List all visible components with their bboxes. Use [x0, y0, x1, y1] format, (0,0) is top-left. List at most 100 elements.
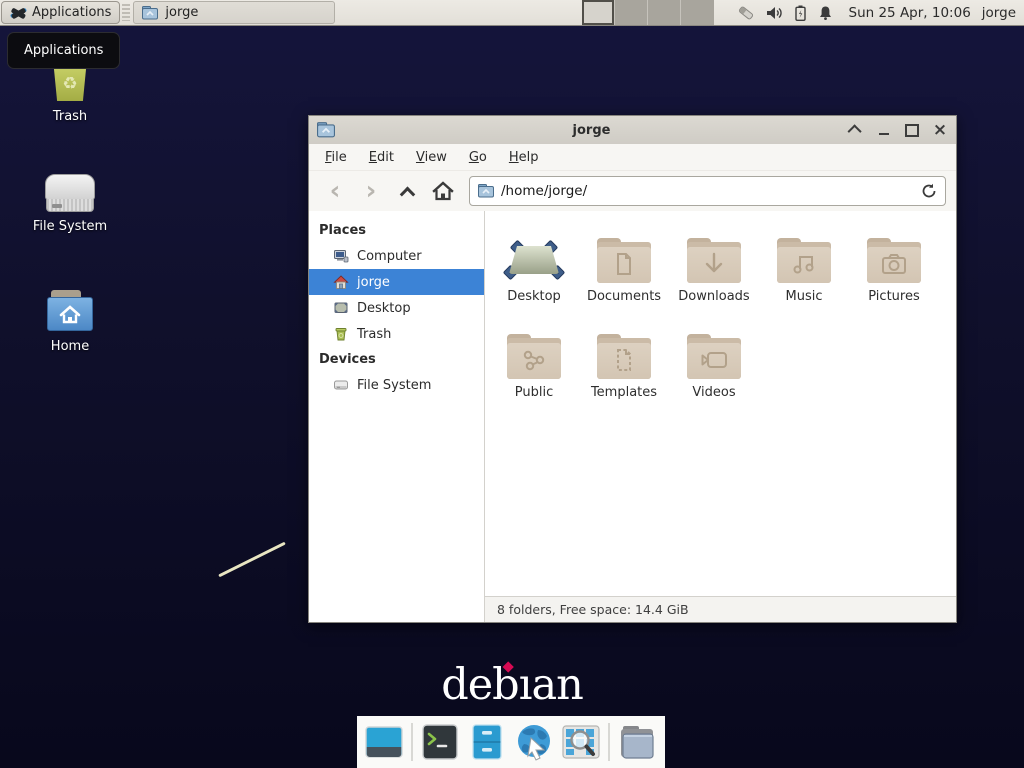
folder-icon [142, 6, 158, 20]
folder-label: Pictures [868, 289, 919, 304]
desktop-icon-file-system[interactable]: File System [22, 168, 118, 234]
path-bar[interactable]: /home/jorge/ [469, 176, 946, 206]
directory-menu-button[interactable] [617, 722, 657, 762]
menu-edit[interactable]: Edit [359, 146, 404, 169]
up-icon [399, 186, 415, 202]
sidebar-item-computer[interactable]: Computer [309, 243, 484, 269]
back-button[interactable]: ‹ [319, 176, 351, 206]
home-folder-icon [45, 290, 95, 332]
drive-mini-icon [333, 377, 349, 393]
desktop-special-icon [506, 239, 562, 283]
folder-label: Downloads [678, 289, 749, 304]
applications-menu-button[interactable]: Applications [1, 1, 120, 24]
forward-button[interactable]: › [355, 176, 387, 206]
trash-mini-icon [333, 326, 349, 342]
eraser-icon[interactable] [737, 5, 755, 21]
menu-file[interactable]: File [315, 146, 357, 169]
workspace-cell-4[interactable] [681, 0, 714, 25]
system-tray [728, 0, 842, 25]
workspace-cell-2[interactable] [615, 0, 648, 25]
show-desktop-button[interactable] [364, 722, 404, 762]
show-desktop-icon [365, 723, 403, 761]
up-button[interactable] [391, 176, 423, 206]
devices-header: Devices [309, 347, 484, 372]
music-folder-icon [777, 238, 831, 283]
menu-view[interactable]: View [406, 146, 457, 169]
back-icon: ‹ [330, 180, 341, 202]
workspace-cell-3[interactable] [648, 0, 681, 25]
path-folder-icon [478, 184, 494, 198]
folder-item-pictures[interactable]: Pictures [851, 227, 937, 323]
shade-button[interactable] [848, 122, 864, 138]
sidebar-item-file-system[interactable]: File System [309, 372, 484, 398]
maximize-button[interactable] [904, 122, 920, 138]
workspace-cell-1[interactable] [582, 0, 615, 25]
window-title: jorge [335, 123, 848, 138]
panel-username[interactable]: jorge [978, 0, 1024, 25]
home-button[interactable] [427, 176, 459, 206]
folder-label: Templates [591, 385, 657, 400]
folder-label: Videos [692, 385, 735, 400]
close-button[interactable]: × [932, 122, 948, 138]
desktop-icon-home[interactable]: Home [22, 290, 118, 354]
app-finder-button[interactable] [561, 722, 601, 762]
taskbar-window-button[interactable]: jorge [133, 1, 335, 24]
folder-item-videos[interactable]: Videos [671, 323, 757, 419]
battery-charging-icon[interactable] [794, 5, 807, 21]
documents-folder-icon [597, 238, 651, 283]
dock-separator [608, 723, 610, 761]
panel-handle[interactable] [122, 4, 130, 21]
folder-label: Music [786, 289, 823, 304]
file-manager-button[interactable] [467, 722, 507, 762]
web-browser-button[interactable] [514, 722, 554, 762]
volume-icon[interactable] [766, 5, 783, 21]
folder-item-downloads[interactable]: Downloads [671, 227, 757, 323]
web-browser-globe-icon [514, 722, 554, 762]
window-folder-icon [317, 122, 335, 138]
top-panel: Applications jorge [0, 0, 1024, 26]
file-manager-window: jorge × File Edit View Go Help ‹ › [308, 115, 957, 623]
folder-label: Documents [587, 289, 661, 304]
sidebar-item-label: jorge [357, 275, 390, 290]
sidebar-item-desktop[interactable]: Desktop [309, 295, 484, 321]
menu-help[interactable]: Help [499, 146, 549, 169]
toolbar: ‹ › /home/jorge/ [309, 170, 956, 211]
places-header: Places [309, 218, 484, 243]
sidebar-item-jorge[interactable]: jorge [309, 269, 484, 295]
applications-icon [10, 5, 27, 20]
folder-item-desktop[interactable]: Desktop [491, 227, 577, 323]
folder-item-public[interactable]: Public [491, 323, 577, 419]
notification-bell-icon[interactable] [818, 5, 833, 21]
desktop-icon-label: File System [33, 219, 107, 234]
bottom-dock [357, 716, 665, 768]
file-cabinet-icon [470, 723, 504, 761]
taskbar-window-label: jorge [165, 5, 198, 20]
folder-label: Public [515, 385, 553, 400]
panel-clock[interactable]: Sun 25 Apr, 10:06 [842, 0, 978, 25]
sidebar-item-label: Computer [357, 249, 422, 264]
public-folder-icon [507, 334, 561, 379]
wallpaper-line [218, 542, 286, 578]
folder-item-documents[interactable]: Documents [581, 227, 667, 323]
path-input[interactable]: /home/jorge/ [501, 183, 914, 199]
menu-go[interactable]: Go [459, 146, 497, 169]
folder-item-templates[interactable]: Templates [581, 323, 667, 419]
app-finder-icon [561, 723, 601, 761]
sidebar-item-label: File System [357, 378, 431, 393]
terminal-button[interactable] [420, 722, 460, 762]
folder-item-music[interactable]: Music [761, 227, 847, 323]
templates-folder-icon [597, 334, 651, 379]
folder-label: Desktop [507, 289, 561, 304]
reload-icon[interactable] [921, 183, 937, 199]
statusbar: 8 folders, Free space: 14.4 GiB [485, 596, 956, 622]
directory-folder-icon [617, 724, 657, 760]
dock-separator [411, 723, 413, 761]
applications-tooltip: Applications [7, 32, 120, 69]
home-icon [432, 181, 454, 201]
sidebar-item-trash[interactable]: Trash [309, 321, 484, 347]
desktop-icon-label: Home [51, 339, 89, 354]
sidebar-item-label: Trash [357, 327, 391, 342]
minimize-button[interactable] [876, 122, 892, 138]
window-titlebar[interactable]: jorge × [309, 116, 956, 144]
pictures-folder-icon [867, 238, 921, 283]
